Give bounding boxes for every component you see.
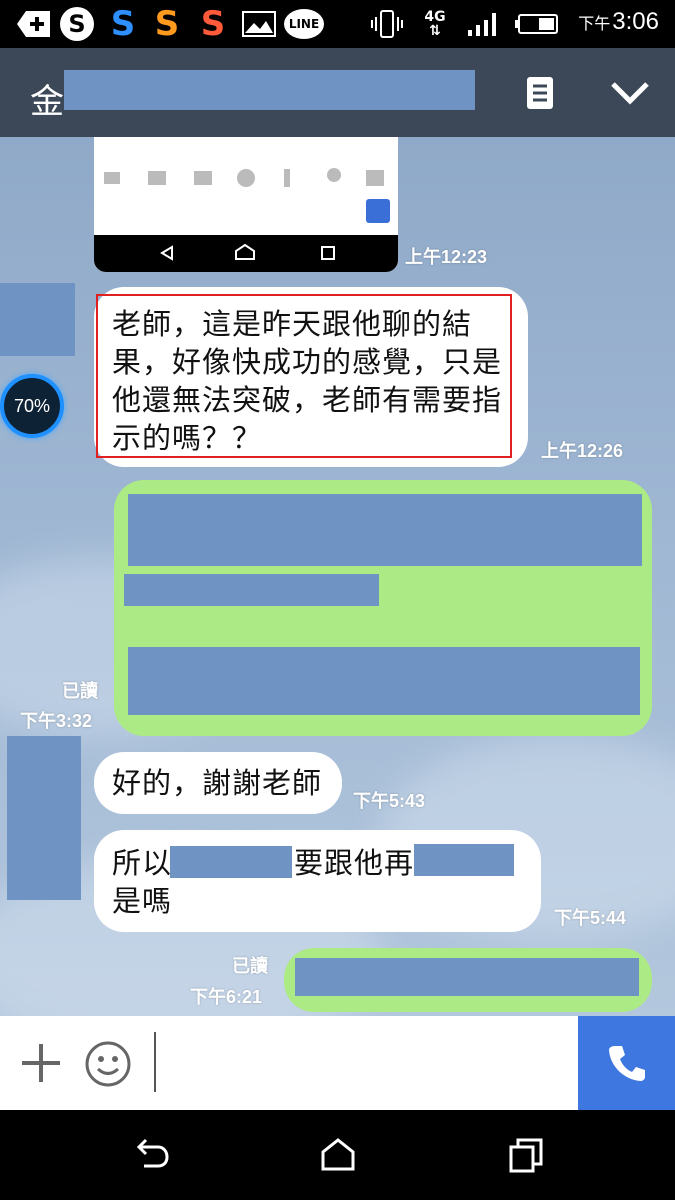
redacted-text [124, 574, 379, 606]
message-line: 示的嗎？？ [112, 421, 263, 455]
message-text: 是嗎 [112, 884, 173, 918]
phone-icon [608, 1046, 645, 1081]
sent-message[interactable] [114, 480, 652, 736]
received-message[interactable]: 所以 要跟他再 是嗎 [94, 830, 541, 932]
message-text: 好的，謝謝老師 [112, 766, 323, 800]
smiley-icon[interactable] [84, 1040, 132, 1088]
status-bar: S S S S LINE 4G ⇅ 下午3:06 [0, 0, 675, 48]
badge-percent: 70% [13, 395, 51, 416]
skype-icon: S [60, 7, 94, 41]
signal-icon [466, 7, 500, 41]
redacted-text [170, 846, 292, 878]
add-icon [16, 7, 54, 41]
thumb-icon [366, 199, 390, 223]
message-line: 老師，這是昨天跟他聊的結 [112, 307, 473, 341]
redacted-text [128, 647, 640, 715]
s-app-icon-blue: S [110, 4, 136, 44]
redacted-text [128, 494, 642, 566]
plus-icon[interactable] [20, 1042, 62, 1084]
message-time: 下午3:32 [20, 711, 93, 731]
chat-header: 金 [0, 48, 675, 137]
message-text: 要跟他再 [294, 846, 415, 880]
message-time: 下午5:43 [353, 791, 426, 811]
network-4g-icon: 4G ⇅ [424, 9, 446, 39]
read-receipt: 已讀 [232, 956, 268, 976]
sent-message[interactable] [284, 948, 652, 1012]
message-time: 上午12:26 [541, 441, 624, 461]
call-button[interactable] [578, 1016, 675, 1110]
message-text: 所以 [112, 846, 173, 880]
message-input[interactable] [154, 1032, 564, 1092]
recents-icon[interactable] [506, 1135, 546, 1175]
redacted-contact-name [64, 70, 475, 110]
vibrate-icon [370, 7, 404, 41]
image-navbar [94, 235, 398, 272]
navigation-bar [0, 1110, 675, 1200]
s-app-icon-orange: S [154, 4, 180, 44]
received-message[interactable]: 老師，這是昨天跟他聊的結 果，好像快成功的感覺，只是 他還無法突破，老師有需要指… [94, 287, 528, 467]
network-label: 4G [424, 9, 446, 25]
line-app-icon: LINE [284, 9, 324, 39]
chevron-down-icon[interactable] [610, 80, 650, 106]
message-time: 上午12:23 [405, 247, 488, 267]
message-time: 下午5:44 [554, 908, 627, 928]
read-receipt: 已讀 [62, 681, 98, 701]
home-icon[interactable] [318, 1135, 358, 1175]
redacted-text [414, 844, 514, 876]
chat-area[interactable]: 上午12:23 70% 老師，這是昨天跟他聊的結 果，好像快成功的感覺，只是 他… [0, 137, 675, 1016]
image-icon [242, 7, 276, 41]
redacted-avatar [0, 283, 75, 356]
message-time: 下午6:21 [190, 987, 263, 1007]
redacted-text [295, 958, 639, 996]
list-icon[interactable] [526, 76, 554, 110]
chat-title: 金 [30, 82, 64, 122]
status-time: 下午3:06 [578, 8, 659, 35]
image-toolbar [94, 157, 398, 197]
input-bar [0, 1016, 675, 1110]
redacted-avatar [7, 736, 81, 900]
message-line: 果，好像快成功的感覺，只是 [112, 345, 503, 379]
message-line: 他還無法突破，老師有需要指 [112, 383, 503, 417]
battery-icon [514, 7, 560, 41]
back-icon[interactable] [132, 1135, 172, 1175]
memory-badge[interactable]: 70% [0, 374, 64, 438]
received-message[interactable]: 好的，謝謝老師 [94, 752, 342, 814]
s-app-icon-red: S [200, 4, 226, 44]
image-message[interactable] [94, 137, 398, 272]
